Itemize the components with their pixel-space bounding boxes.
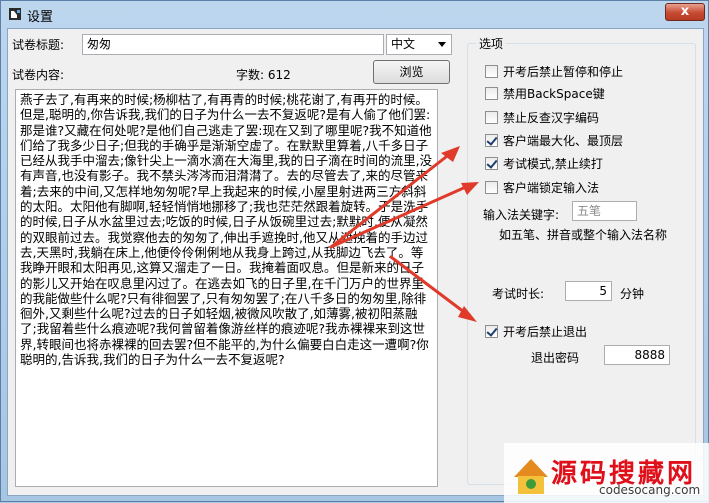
watermark-url: codesocang.com <box>599 483 701 497</box>
settings-window: 设置 x 试卷标题: 匆匆 中文 试卷内容: 字数: 612 浏览 燕子去了,有… <box>0 0 709 503</box>
annotation-arrows <box>329 146 479 322</box>
arrow-to-no-exit-option <box>389 255 470 317</box>
